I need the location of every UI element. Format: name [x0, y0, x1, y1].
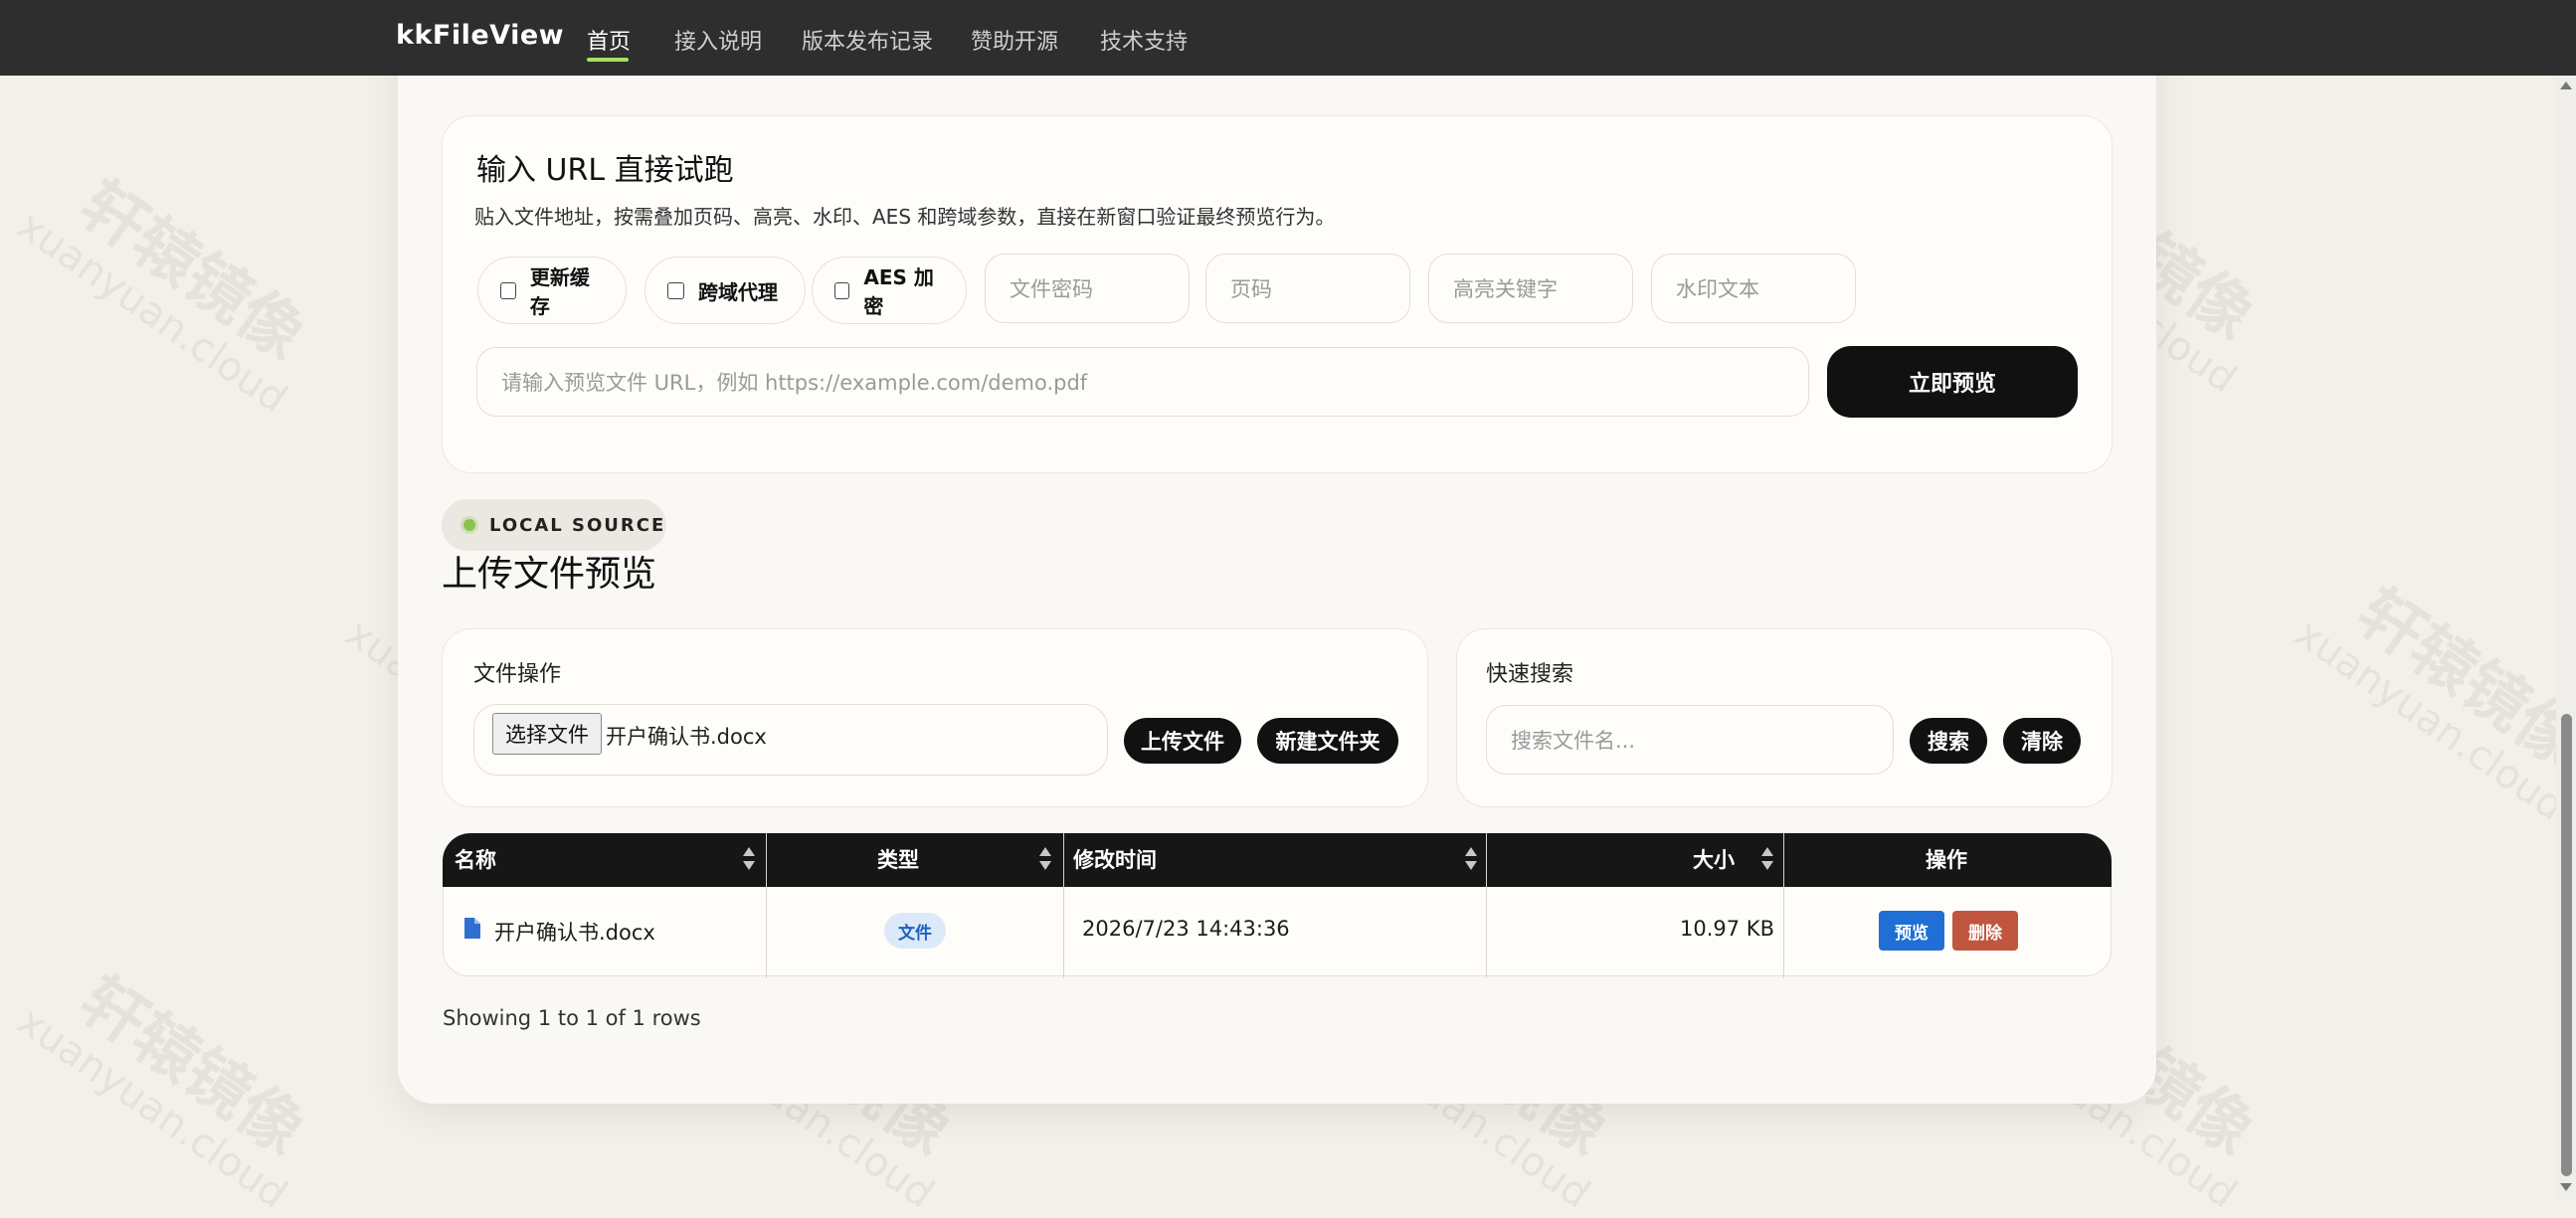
option-aes-encrypt[interactable]: AES 加密: [812, 257, 967, 324]
watermark: 轩辕镜像xuanyuan.cloud: [9, 167, 317, 423]
table-row: 开户确认书.docx 文件 2026/7/23 14:43:36 10.97 K…: [443, 887, 2112, 976]
choose-file-button[interactable]: 选择文件: [492, 713, 602, 755]
document-file-icon: [464, 918, 480, 943]
highlight-input[interactable]: 高亮关键字: [1428, 254, 1633, 323]
top-navbar: kkFileView 首页 接入说明 版本发布记录 赞助开源 技术支持: [0, 0, 2576, 76]
size-cell: 10.97 KB: [1680, 917, 1774, 941]
nav-item-sponsor[interactable]: 赞助开源: [971, 24, 1058, 56]
column-divider: [1063, 833, 1064, 978]
column-header-size[interactable]: 大小: [1693, 833, 1735, 887]
local-source-badge: LOCAL SOURCE: [442, 499, 666, 551]
nav-item-home[interactable]: 首页: [587, 24, 631, 56]
modified-time-cell: 2026/7/23 14:43:36: [1082, 917, 1290, 941]
sort-icon[interactable]: [743, 847, 755, 873]
scroll-down-icon[interactable]: [2560, 1183, 2572, 1191]
url-panel-subtitle: 贴入文件地址，按需叠加页码、高亮、水印、AES 和跨域参数，直接在新窗口验证最终…: [474, 205, 1336, 229]
table-pagination-info: Showing 1 to 1 of 1 rows: [443, 1006, 701, 1030]
page-input[interactable]: 页码: [1205, 254, 1410, 323]
sort-icon[interactable]: [1039, 847, 1051, 873]
delete-button[interactable]: 删除: [1952, 911, 2018, 951]
sort-icon[interactable]: [1761, 847, 1773, 873]
file-ops-title: 文件操作: [473, 662, 562, 687]
nav-item-integration[interactable]: 接入说明: [674, 24, 762, 56]
column-header-type[interactable]: 类型: [877, 833, 919, 887]
file-picker[interactable]: 选择文件 开户确认书.docx: [473, 704, 1108, 776]
quick-search-title: 快速搜索: [1486, 662, 1574, 687]
preview-button[interactable]: 预览: [1879, 911, 1944, 951]
url-panel-title: 输入 URL 直接试跑: [476, 153, 734, 188]
file-type-badge: 文件: [884, 913, 946, 949]
checkbox-icon[interactable]: [667, 281, 684, 299]
column-header-actions: 操作: [1926, 848, 1967, 872]
column-divider: [766, 833, 767, 978]
new-folder-button[interactable]: 新建文件夹: [1257, 718, 1398, 764]
brand-logo[interactable]: kkFileView: [396, 20, 564, 51]
chosen-file-name: 开户确认书.docx: [606, 725, 767, 749]
password-input[interactable]: 文件密码: [985, 254, 1190, 323]
option-cross-domain[interactable]: 跨域代理: [644, 257, 806, 324]
option-refresh-cache[interactable]: 更新缓存: [477, 257, 627, 324]
clear-button[interactable]: 清除: [2003, 718, 2081, 764]
preview-now-button[interactable]: 立即预览: [1827, 346, 2078, 418]
nav-item-releases[interactable]: 版本发布记录: [802, 24, 933, 56]
column-header-modified[interactable]: 修改时间: [1073, 833, 1157, 887]
file-table-header: 名称 类型 修改时间 大小 操作: [443, 833, 2112, 887]
sort-icon[interactable]: [1465, 847, 1477, 873]
search-input[interactable]: 搜索文件名...: [1486, 705, 1894, 775]
nav-active-indicator: [587, 58, 629, 62]
watermark-input[interactable]: 水印文本: [1651, 254, 1856, 323]
upload-file-button[interactable]: 上传文件: [1124, 718, 1241, 764]
watermark: 轩辕镜像xuanyuan.cloud: [9, 962, 317, 1218]
scroll-up-icon[interactable]: [2560, 82, 2572, 89]
checkbox-icon[interactable]: [500, 281, 516, 299]
scrollbar-thumb[interactable]: [2561, 714, 2572, 1176]
watermark: 轩辕镜像xuanyuan.cloud: [2287, 575, 2576, 830]
status-dot-icon: [463, 519, 475, 531]
url-input[interactable]: 请输入预览文件 URL，例如 https://example.com/demo.…: [476, 347, 1809, 417]
column-header-name[interactable]: 名称: [455, 833, 496, 887]
checkbox-icon[interactable]: [834, 281, 850, 299]
file-name-cell[interactable]: 开户确认书.docx: [494, 917, 655, 947]
search-button[interactable]: 搜索: [1910, 718, 1987, 764]
upload-section-title: 上传文件预览: [442, 554, 657, 595]
column-divider: [1486, 833, 1487, 978]
nav-item-support[interactable]: 技术支持: [1100, 24, 1188, 56]
column-divider: [1783, 833, 1784, 978]
